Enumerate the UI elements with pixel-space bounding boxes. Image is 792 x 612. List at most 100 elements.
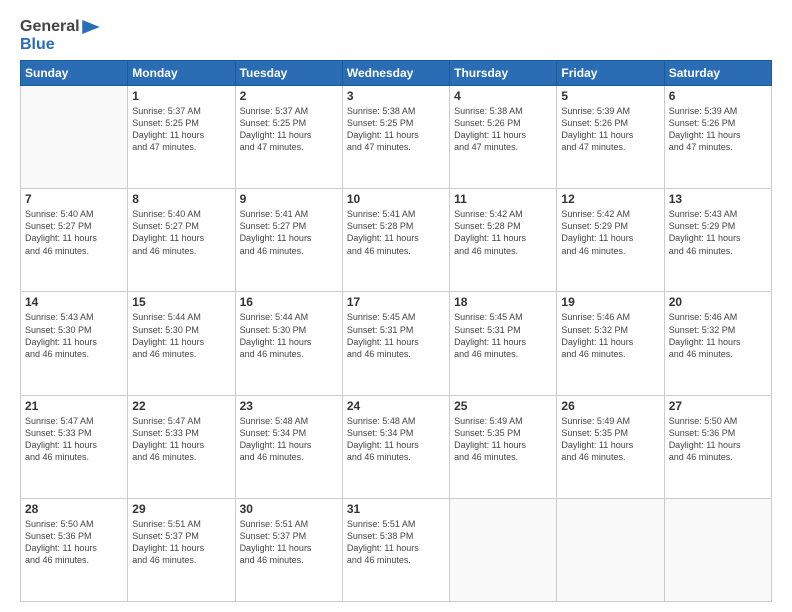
day-info: Sunrise: 5:37 AM Sunset: 5:25 PM Dayligh… <box>240 105 338 154</box>
day-info: Sunrise: 5:41 AM Sunset: 5:27 PM Dayligh… <box>240 208 338 257</box>
day-info: Sunrise: 5:40 AM Sunset: 5:27 PM Dayligh… <box>25 208 123 257</box>
calendar-day-cell: 3 Sunrise: 5:38 AM Sunset: 5:25 PM Daylig… <box>342 86 449 189</box>
day-info: Sunrise: 5:51 AM Sunset: 5:38 PM Dayligh… <box>347 518 445 567</box>
calendar-day-cell: 11 Sunrise: 5:42 AM Sunset: 5:28 PM Dayli… <box>450 189 557 292</box>
day-number: 13 <box>669 192 767 206</box>
calendar-day-cell: 17 Sunrise: 5:45 AM Sunset: 5:31 PM Dayli… <box>342 292 449 395</box>
day-info: Sunrise: 5:39 AM Sunset: 5:26 PM Dayligh… <box>561 105 659 154</box>
calendar-day-cell: 4 Sunrise: 5:38 AM Sunset: 5:26 PM Daylig… <box>450 86 557 189</box>
calendar-day-cell: 1 Sunrise: 5:37 AM Sunset: 5:25 PM Daylig… <box>128 86 235 189</box>
calendar-day-cell <box>450 498 557 601</box>
day-info: Sunrise: 5:47 AM Sunset: 5:33 PM Dayligh… <box>25 415 123 464</box>
calendar-week-row: 7 Sunrise: 5:40 AM Sunset: 5:27 PM Daylig… <box>21 189 772 292</box>
header: General Blue <box>20 18 772 54</box>
day-info: Sunrise: 5:39 AM Sunset: 5:26 PM Dayligh… <box>669 105 767 154</box>
day-number: 27 <box>669 399 767 413</box>
day-info: Sunrise: 5:42 AM Sunset: 5:28 PM Dayligh… <box>454 208 552 257</box>
day-number: 26 <box>561 399 659 413</box>
day-info: Sunrise: 5:50 AM Sunset: 5:36 PM Dayligh… <box>669 415 767 464</box>
logo: General Blue <box>20 18 100 54</box>
day-number: 24 <box>347 399 445 413</box>
calendar-day-header: Friday <box>557 61 664 86</box>
day-number: 10 <box>347 192 445 206</box>
day-number: 15 <box>132 295 230 309</box>
calendar-day-cell: 27 Sunrise: 5:50 AM Sunset: 5:36 PM Dayli… <box>664 395 771 498</box>
day-number: 25 <box>454 399 552 413</box>
calendar-day-header: Sunday <box>21 61 128 86</box>
day-number: 8 <box>132 192 230 206</box>
day-info: Sunrise: 5:41 AM Sunset: 5:28 PM Dayligh… <box>347 208 445 257</box>
calendar-day-cell: 8 Sunrise: 5:40 AM Sunset: 5:27 PM Daylig… <box>128 189 235 292</box>
day-number: 14 <box>25 295 123 309</box>
day-number: 30 <box>240 502 338 516</box>
day-info: Sunrise: 5:42 AM Sunset: 5:29 PM Dayligh… <box>561 208 659 257</box>
calendar-day-cell: 22 Sunrise: 5:47 AM Sunset: 5:33 PM Dayli… <box>128 395 235 498</box>
calendar-day-cell: 16Sunrise: 5:44 AM Sunset: 5:30 PM Dayli… <box>235 292 342 395</box>
day-info: Sunrise: 5:48 AM Sunset: 5:34 PM Dayligh… <box>240 415 338 464</box>
day-info: Sunrise: 5:43 AM Sunset: 5:30 PM Dayligh… <box>25 311 123 360</box>
day-number: 5 <box>561 89 659 103</box>
day-number: 19 <box>561 295 659 309</box>
calendar-day-header: Saturday <box>664 61 771 86</box>
day-number: 31 <box>347 502 445 516</box>
day-info: Sunrise: 5:51 AM Sunset: 5:37 PM Dayligh… <box>240 518 338 567</box>
day-number: 3 <box>347 89 445 103</box>
day-number: 7 <box>25 192 123 206</box>
calendar-day-cell: 26 Sunrise: 5:49 AM Sunset: 5:35 PM Dayli… <box>557 395 664 498</box>
calendar-week-row: 21 Sunrise: 5:47 AM Sunset: 5:33 PM Dayli… <box>21 395 772 498</box>
day-info: Sunrise: 5:50 AM Sunset: 5:36 PM Dayligh… <box>25 518 123 567</box>
calendar-day-cell: 31 Sunrise: 5:51 AM Sunset: 5:38 PM Dayli… <box>342 498 449 601</box>
calendar-day-header: Tuesday <box>235 61 342 86</box>
day-number: 6 <box>669 89 767 103</box>
day-number: 12 <box>561 192 659 206</box>
calendar-day-cell: 14 Sunrise: 5:43 AM Sunset: 5:30 PM Dayli… <box>21 292 128 395</box>
day-info: Sunrise: 5:47 AM Sunset: 5:33 PM Dayligh… <box>132 415 230 464</box>
day-info: Sunrise: 5:37 AM Sunset: 5:25 PM Dayligh… <box>132 105 230 154</box>
day-number: 2 <box>240 89 338 103</box>
day-info: Sunrise: 5:51 AM Sunset: 5:37 PM Dayligh… <box>132 518 230 567</box>
calendar-day-header: Monday <box>128 61 235 86</box>
logo-general-text: General <box>20 18 80 36</box>
calendar-day-cell: 7 Sunrise: 5:40 AM Sunset: 5:27 PM Daylig… <box>21 189 128 292</box>
calendar-header-row: SundayMondayTuesdayWednesdayThursdayFrid… <box>21 61 772 86</box>
calendar-day-cell: 21 Sunrise: 5:47 AM Sunset: 5:33 PM Dayli… <box>21 395 128 498</box>
calendar-day-cell: 5 Sunrise: 5:39 AM Sunset: 5:26 PM Daylig… <box>557 86 664 189</box>
day-number: 22 <box>132 399 230 413</box>
day-info: Sunrise: 5:40 AM Sunset: 5:27 PM Dayligh… <box>132 208 230 257</box>
calendar-week-row: 1 Sunrise: 5:37 AM Sunset: 5:25 PM Daylig… <box>21 86 772 189</box>
day-info: Sunrise: 5:44 AM Sunset: 5:30 PM Dayligh… <box>240 311 338 360</box>
day-number: 21 <box>25 399 123 413</box>
day-info: Sunrise: 5:45 AM Sunset: 5:31 PM Dayligh… <box>454 311 552 360</box>
day-number: 4 <box>454 89 552 103</box>
day-number: 23 <box>240 399 338 413</box>
calendar-day-cell <box>664 498 771 601</box>
calendar-day-cell: 24Sunrise: 5:48 AM Sunset: 5:34 PM Dayli… <box>342 395 449 498</box>
day-number: 20 <box>669 295 767 309</box>
calendar-week-row: 28Sunrise: 5:50 AM Sunset: 5:36 PM Dayli… <box>21 498 772 601</box>
calendar-day-cell: 13 Sunrise: 5:43 AM Sunset: 5:29 PM Dayli… <box>664 189 771 292</box>
calendar-day-cell <box>557 498 664 601</box>
day-number: 18 <box>454 295 552 309</box>
calendar-day-cell: 9 Sunrise: 5:41 AM Sunset: 5:27 PM Daylig… <box>235 189 342 292</box>
calendar-day-cell <box>21 86 128 189</box>
day-info: Sunrise: 5:46 AM Sunset: 5:32 PM Dayligh… <box>669 311 767 360</box>
day-info: Sunrise: 5:38 AM Sunset: 5:26 PM Dayligh… <box>454 105 552 154</box>
page: General Blue SundayMondayTuesdayWednesda… <box>0 0 792 612</box>
calendar-day-cell: 2 Sunrise: 5:37 AM Sunset: 5:25 PM Daylig… <box>235 86 342 189</box>
day-number: 1 <box>132 89 230 103</box>
day-info: Sunrise: 5:38 AM Sunset: 5:25 PM Dayligh… <box>347 105 445 154</box>
logo-blue-text: Blue <box>20 36 55 54</box>
calendar-day-cell: 23 Sunrise: 5:48 AM Sunset: 5:34 PM Dayli… <box>235 395 342 498</box>
day-number: 17 <box>347 295 445 309</box>
calendar-day-header: Thursday <box>450 61 557 86</box>
day-info: Sunrise: 5:43 AM Sunset: 5:29 PM Dayligh… <box>669 208 767 257</box>
day-info: Sunrise: 5:49 AM Sunset: 5:35 PM Dayligh… <box>561 415 659 464</box>
day-info: Sunrise: 5:45 AM Sunset: 5:31 PM Dayligh… <box>347 311 445 360</box>
calendar-day-cell: 12 Sunrise: 5:42 AM Sunset: 5:29 PM Dayli… <box>557 189 664 292</box>
calendar-day-cell: 28Sunrise: 5:50 AM Sunset: 5:36 PM Dayli… <box>21 498 128 601</box>
day-number: 11 <box>454 192 552 206</box>
day-info: Sunrise: 5:44 AM Sunset: 5:30 PM Dayligh… <box>132 311 230 360</box>
day-number: 9 <box>240 192 338 206</box>
calendar-day-cell: 6 Sunrise: 5:39 AM Sunset: 5:26 PM Daylig… <box>664 86 771 189</box>
calendar-week-row: 14 Sunrise: 5:43 AM Sunset: 5:30 PM Dayli… <box>21 292 772 395</box>
